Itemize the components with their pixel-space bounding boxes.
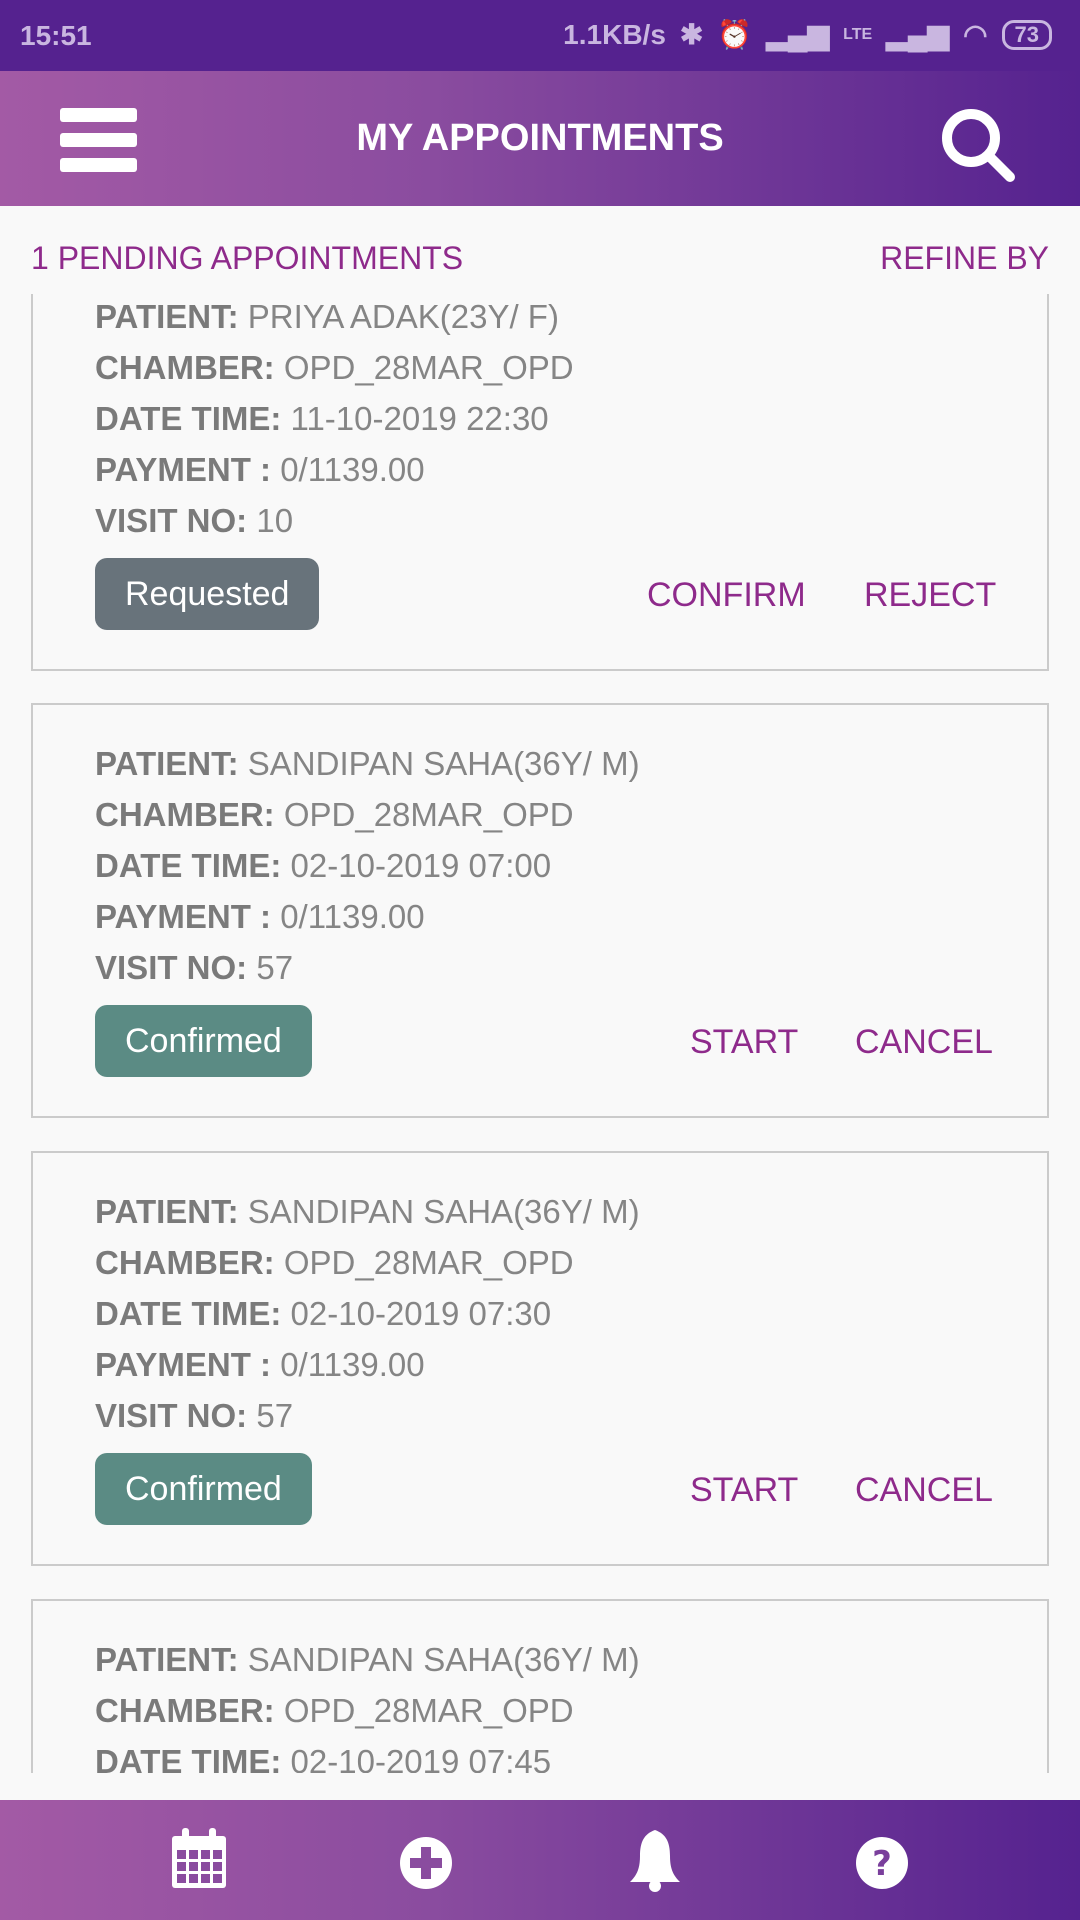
chamber-line: CHAMBER: OPD_28MAR_OPD (95, 1244, 574, 1281)
chamber-line: CHAMBER: OPD_28MAR_OPD (95, 349, 574, 386)
patient-line: PATIENT: SANDIPAN SAHA(36Y/ M) (95, 1193, 640, 1230)
filter-bar: 1 PENDING APPOINTMENTS REFINE BY (0, 206, 1080, 294)
battery-icon: 73 (1001, 19, 1052, 50)
visit-line: VISIT NO: 10 (95, 502, 294, 539)
appointment-card: PATIENT: PRIYA ADAK(23Y/ F) CHAMBER: OPD… (31, 294, 1049, 671)
status-bar: 15:51 1.1KB/s ✱ ⏰ ▂▄▆ LTE ▂▄▆ ◠ 73 (0, 0, 1080, 71)
page-title: MY APPOINTMENTS (356, 117, 724, 159)
payment-line: PAYMENT : 0/1139.00 (95, 451, 425, 488)
pending-count: 1 PENDING APPOINTMENTS (31, 240, 464, 276)
status-badge: Requested (95, 558, 320, 630)
cancel-button[interactable]: CANCEL (855, 1023, 993, 1062)
cancel-button[interactable]: CANCEL (855, 1471, 993, 1510)
refine-by-button[interactable]: REFINE BY (880, 240, 1049, 277)
patient-line: PATIENT: SANDIPAN SAHA(36Y/ M) (95, 745, 640, 782)
payment-line: PAYMENT : 0/1139.00 (95, 898, 425, 935)
chamber-line: CHAMBER: OPD_28MAR_OPD (95, 796, 574, 833)
wifi-icon: ◠ (963, 19, 988, 50)
start-button[interactable]: START (690, 1471, 798, 1510)
appointment-card: PATIENT: SANDIPAN SAHA(36Y/ M) CHAMBER: … (31, 703, 1049, 1118)
help-icon[interactable]: ? (856, 1837, 908, 1889)
svg-text:?: ? (872, 1844, 892, 1884)
signal-icon: ▂▄▆ (766, 19, 830, 50)
calendar-icon[interactable] (170, 1828, 228, 1890)
patient-line: PATIENT: SANDIPAN SAHA(36Y/ M) (95, 1641, 640, 1678)
appointment-card: PATIENT: SANDIPAN SAHA(36Y/ M) CHAMBER: … (31, 1151, 1049, 1566)
reject-button[interactable]: REJECT (864, 576, 996, 615)
visit-line: VISIT NO: 57 (95, 949, 294, 986)
patient-line: PATIENT: PRIYA ADAK(23Y/ F) (95, 298, 559, 335)
clock: 15:51 (20, 20, 92, 51)
bottom-nav: ? (0, 1800, 1080, 1920)
bluetooth-icon: ✱ (679, 19, 704, 50)
datetime-line: DATE TIME: 02-10-2019 07:30 (95, 1295, 552, 1332)
alarm-icon: ⏰ (717, 19, 753, 50)
appointment-list[interactable]: PATIENT: PRIYA ADAK(23Y/ F) CHAMBER: OPD… (0, 294, 1080, 1773)
visit-line: VISIT NO: 57 (95, 1397, 294, 1434)
app-bar: MY APPOINTMENTS (0, 71, 1080, 206)
status-badge: Confirmed (95, 1005, 312, 1077)
confirm-button[interactable]: CONFIRM (647, 576, 806, 615)
signal-icon: ▂▄▆ (886, 19, 950, 50)
datetime-line: DATE TIME: 02-10-2019 07:00 (95, 847, 552, 884)
datetime-line: DATE TIME: 11-10-2019 22:30 (95, 400, 549, 437)
bell-icon[interactable] (626, 1828, 684, 1894)
start-button[interactable]: START (690, 1023, 798, 1062)
network-speed: 1.1KB/s (563, 18, 666, 50)
chamber-line: CHAMBER: OPD_28MAR_OPD (95, 1692, 574, 1729)
add-circle-icon[interactable] (400, 1837, 452, 1889)
status-badge: Confirmed (95, 1453, 312, 1525)
volte-icon: LTE (843, 25, 873, 43)
appointment-card: PATIENT: SANDIPAN SAHA(36Y/ M) CHAMBER: … (31, 1599, 1049, 1773)
search-icon[interactable] (938, 105, 1018, 185)
payment-line: PAYMENT : 0/1139.00 (95, 1346, 425, 1383)
datetime-line: DATE TIME: 02-10-2019 07:45 (95, 1743, 552, 1773)
